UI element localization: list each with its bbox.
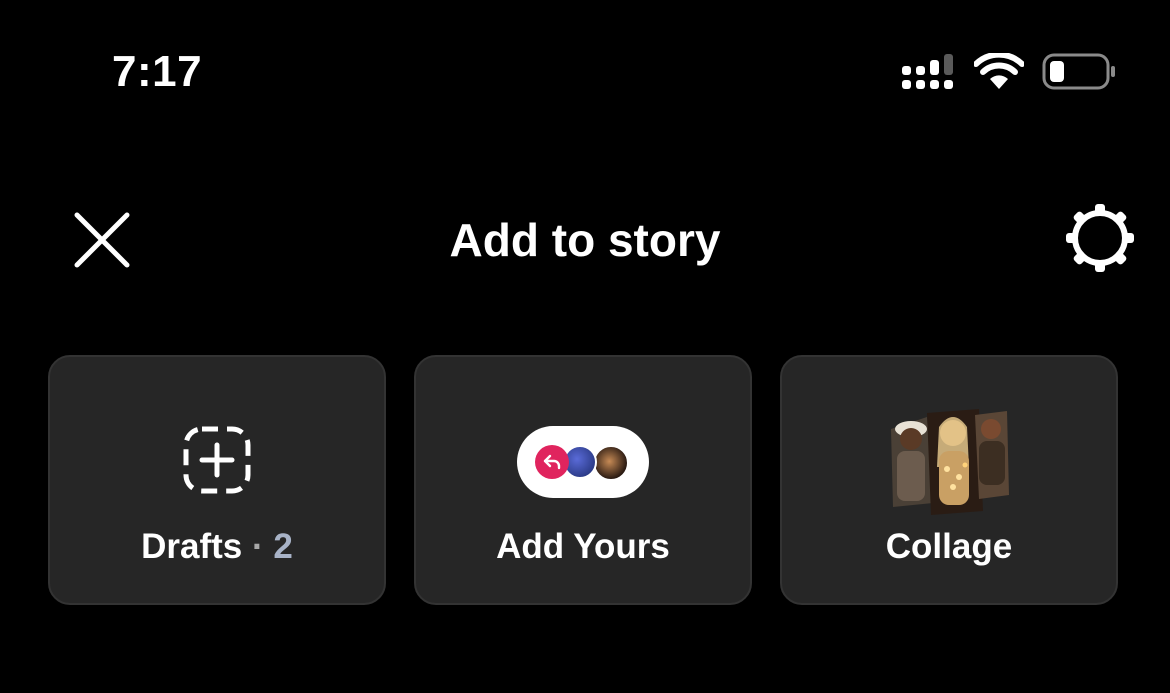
add-yours-card[interactable]: Add Yours [414, 355, 752, 605]
drafts-label: Drafts [141, 527, 243, 566]
wifi-icon [974, 53, 1024, 91]
collage-card[interactable]: Collage [780, 355, 1118, 605]
add-yours-label: Add Yours [496, 527, 670, 566]
add-yours-visual [416, 412, 750, 512]
signal-icon [902, 52, 956, 92]
reply-icon [535, 445, 569, 479]
dashed-plus-icon [182, 425, 252, 500]
settings-button[interactable] [1060, 198, 1140, 282]
drafts-label-row: Drafts · 2 [50, 525, 384, 569]
drafts-visual [50, 412, 384, 512]
drafts-card[interactable]: Drafts · 2 [48, 355, 386, 605]
gear-icon [1064, 202, 1136, 279]
battery-icon [1042, 52, 1118, 92]
collage-thumbnail [887, 407, 1011, 517]
avatar [593, 445, 629, 481]
status-icons [902, 52, 1118, 92]
drafts-separator: · [252, 527, 264, 566]
reply-avatars-pill-icon [517, 426, 649, 498]
page-title: Add to story [449, 214, 721, 266]
drafts-count: 2 [273, 527, 293, 566]
collage-label: Collage [885, 527, 1013, 566]
status-time: 7:17 [112, 47, 203, 96]
collage-visual [782, 409, 1116, 515]
